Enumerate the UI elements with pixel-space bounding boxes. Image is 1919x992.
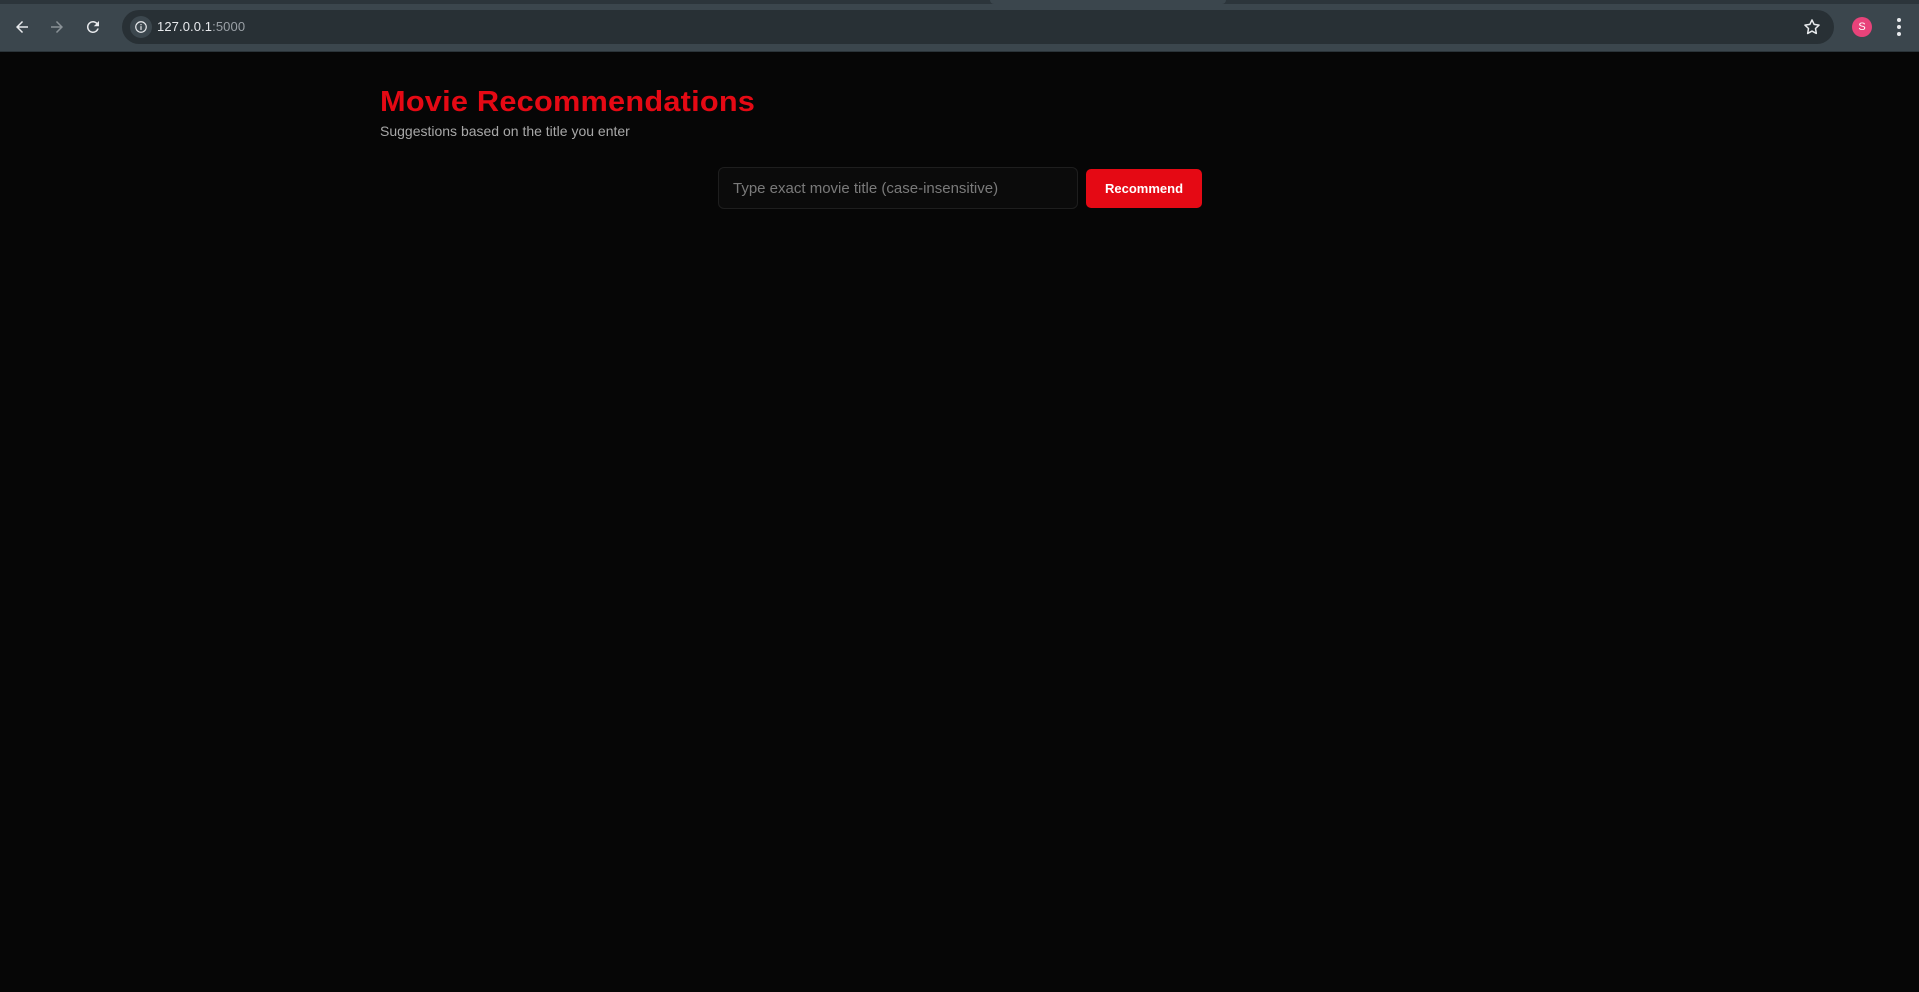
page-title: Movie Recommendations [380,86,756,118]
active-tab-edge[interactable] [990,0,1226,4]
bookmark-star-icon[interactable] [1802,17,1822,37]
profile-avatar[interactable]: S [1852,17,1872,37]
movie-title-input[interactable] [718,167,1078,209]
browser-toolbar: 127.0.0.1:5000 S [0,0,1919,52]
back-button[interactable] [7,12,37,42]
url-text[interactable]: 127.0.0.1:5000 [157,19,245,34]
arrow-right-icon [51,21,63,33]
page-content: Movie Recommendations Suggestions based … [0,52,1919,992]
forward-button[interactable] [42,12,72,42]
url-port: :5000 [212,19,246,34]
url-host: 127.0.0.1 [157,19,213,34]
address-bar[interactable]: 127.0.0.1:5000 [122,10,1834,44]
arrow-left-icon [16,21,28,33]
reload-icon [86,20,99,33]
browser-menu-icon[interactable] [1890,15,1908,39]
page-subtitle: Suggestions based on the title you enter [380,123,630,139]
reload-button[interactable] [78,12,108,42]
recommend-button[interactable]: Recommend [1086,169,1202,208]
tab-strip [0,0,1919,4]
info-icon [135,21,147,33]
site-info-button[interactable] [130,16,152,38]
